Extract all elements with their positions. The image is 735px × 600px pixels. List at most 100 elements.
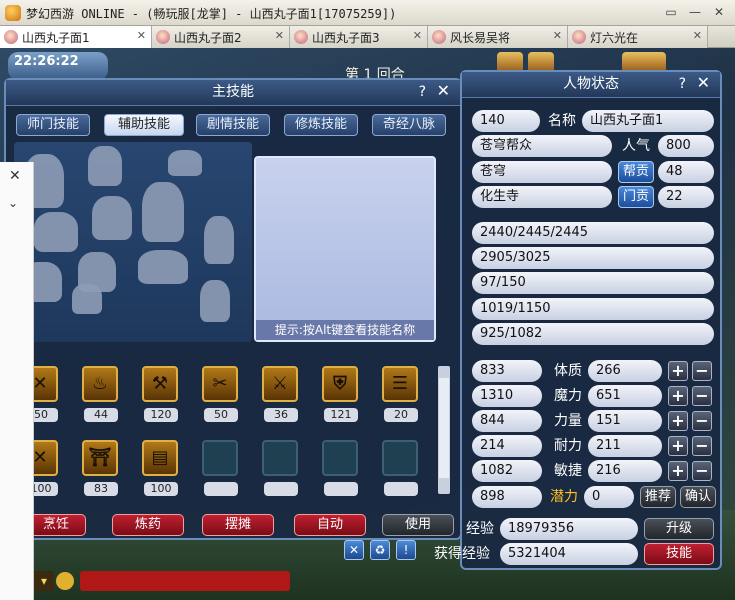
minus-button[interactable]: − — [692, 461, 712, 481]
cooking-button[interactable]: 烹饪 — [26, 514, 86, 536]
skill-alchemy-icon[interactable]: ♨ — [82, 366, 118, 402]
skill-level: 20 — [384, 408, 418, 422]
skill-level: 83 — [84, 482, 118, 496]
tab-account-2[interactable]: 山西丸子面2 ✕ — [152, 26, 290, 48]
skill-armor-icon[interactable]: ⛨ — [322, 366, 358, 402]
tab-account-1[interactable]: 山西丸子面1 ✕ — [0, 26, 152, 48]
sect-field: 化生寺 — [472, 186, 612, 208]
main-skills-panel: 主技能 ? ✕ 师门技能 辅助技能 剧情技能 修炼技能 奇经八脉 提示:按Alt… — [4, 78, 462, 540]
tab-story-skills[interactable]: 剧情技能 — [196, 114, 270, 136]
skills-button[interactable]: 技能 — [644, 543, 714, 565]
skill-level: 121 — [324, 408, 358, 422]
tab-support-skills[interactable]: 辅助技能 — [104, 114, 184, 136]
name-field: 山西丸子面1 — [582, 110, 714, 132]
skill-gate-icon[interactable]: ⛩ — [82, 440, 118, 476]
minimize-window-button[interactable]: — — [685, 3, 705, 21]
tab-label: 灯六光在 — [590, 31, 639, 45]
tab-account-4[interactable]: 风长易吴将 ✕ — [428, 26, 568, 48]
chevron-down-icon[interactable]: ⌄ — [8, 196, 18, 210]
skill-level — [324, 482, 358, 496]
attr-label: 耐力 — [554, 438, 582, 454]
avatar-icon — [432, 30, 446, 44]
avatar-icon — [572, 30, 586, 44]
alchemy-button[interactable]: 炼药 — [112, 514, 184, 536]
channel-selector[interactable]: ▾ — [34, 571, 54, 591]
help-icon[interactable]: ? — [419, 80, 426, 104]
skill-scroll-icon[interactable]: ☰ — [382, 366, 418, 402]
figure-art — [168, 150, 202, 176]
level-field: 140 — [472, 110, 540, 132]
skill-forge-icon[interactable]: ⚒ — [142, 366, 178, 402]
minus-button[interactable]: − — [692, 436, 712, 456]
minus-button[interactable]: − — [692, 361, 712, 381]
anger-bar: 97/150 — [472, 272, 714, 294]
skill-level: 44 — [84, 408, 118, 422]
attr-points: 211 — [588, 435, 662, 457]
energy-bar: 925/1082 — [472, 323, 714, 345]
close-icon[interactable]: ✕ — [693, 29, 702, 42]
plus-button[interactable]: + — [668, 436, 688, 456]
use-button[interactable]: 使用 — [382, 514, 454, 536]
status-panel-header: 人物状态 ? ✕ — [462, 72, 720, 98]
figure-art — [34, 212, 78, 252]
skill-tailor-icon[interactable]: ✂ — [202, 366, 238, 402]
plus-button[interactable]: + — [668, 411, 688, 431]
chat-input[interactable] — [80, 571, 290, 591]
popularity-field: 800 — [658, 135, 714, 157]
close-icon[interactable]: ✕ — [413, 29, 422, 42]
battle-icon[interactable]: ✕ — [344, 540, 364, 560]
tab-sect-skills[interactable]: 师门技能 — [16, 114, 90, 136]
exp-field: 18979356 — [500, 518, 638, 540]
avatar-icon — [294, 30, 308, 44]
avatar-icon — [156, 30, 170, 44]
close-icon[interactable]: ✕ — [553, 29, 562, 42]
close-icon[interactable]: ✕ — [697, 71, 710, 95]
team-icon[interactable]: ♻ — [370, 540, 390, 560]
hp-bar: 2440/2445/2445 — [472, 222, 714, 244]
stall-button[interactable]: 摆摊 — [202, 514, 274, 536]
help-icon[interactable]: ? — [679, 72, 686, 96]
auto-button[interactable]: 自动 — [294, 514, 366, 536]
close-icon[interactable]: ✕ — [437, 79, 450, 103]
window-title: 梦幻西游 ONLINE - (畅玩服[龙掌] - 山西丸子面1[17075259… — [26, 7, 397, 21]
plus-button[interactable]: + — [668, 386, 688, 406]
attr-value: 833 — [472, 360, 542, 382]
sect-contribution-button[interactable]: 门贡 — [618, 186, 654, 208]
plus-button[interactable]: + — [668, 361, 688, 381]
close-window-button[interactable]: ✕ — [709, 3, 729, 21]
scrollbar-thumb[interactable] — [439, 378, 449, 478]
close-icon[interactable]: ✕ — [137, 29, 146, 42]
tab-cultivation-skills[interactable]: 修炼技能 — [284, 114, 358, 136]
attr-value: 214 — [472, 435, 542, 457]
figure-art — [138, 250, 188, 284]
attr-value: 1082 — [472, 460, 542, 482]
potential-label: 潜力 — [550, 489, 578, 505]
chat-icon[interactable] — [56, 572, 74, 590]
tab-meridian[interactable]: 奇经八脉 — [372, 114, 446, 136]
recommend-button[interactable]: 推荐 — [640, 486, 676, 508]
vitality-bar: 1019/1150 — [472, 298, 714, 320]
tab-account-3[interactable]: 山西丸子面3 ✕ — [290, 26, 428, 48]
restore-window-button[interactable]: ▭ — [661, 3, 681, 21]
skill-weapon-icon[interactable]: ⚔ — [262, 366, 298, 402]
tab-label: 风长易吴将 — [450, 31, 511, 45]
confirm-button[interactable]: 确认 — [680, 486, 716, 508]
close-icon[interactable]: ✕ — [9, 168, 21, 184]
figure-art — [204, 216, 234, 264]
attr-value: 1310 — [472, 385, 542, 407]
figure-art — [88, 146, 122, 186]
upgrade-button[interactable]: 升级 — [644, 518, 714, 540]
skill-level: 100 — [144, 482, 178, 496]
empty-skill-slot — [202, 440, 238, 476]
tab-account-5[interactable]: 灯六光在 ✕ — [568, 26, 708, 48]
minus-button[interactable]: − — [692, 411, 712, 431]
close-icon[interactable]: ✕ — [275, 29, 284, 42]
skill-illustration — [14, 142, 252, 342]
contribution-button[interactable]: 帮贡 — [618, 161, 654, 183]
quest-icon[interactable]: ! — [396, 540, 416, 560]
plus-button[interactable]: + — [668, 461, 688, 481]
minus-button[interactable]: − — [692, 386, 712, 406]
skill-description-box: 提示:按Alt键查看技能名称 — [254, 156, 436, 342]
skills-scrollbar[interactable] — [438, 366, 450, 494]
skill-book-icon[interactable]: ▤ — [142, 440, 178, 476]
